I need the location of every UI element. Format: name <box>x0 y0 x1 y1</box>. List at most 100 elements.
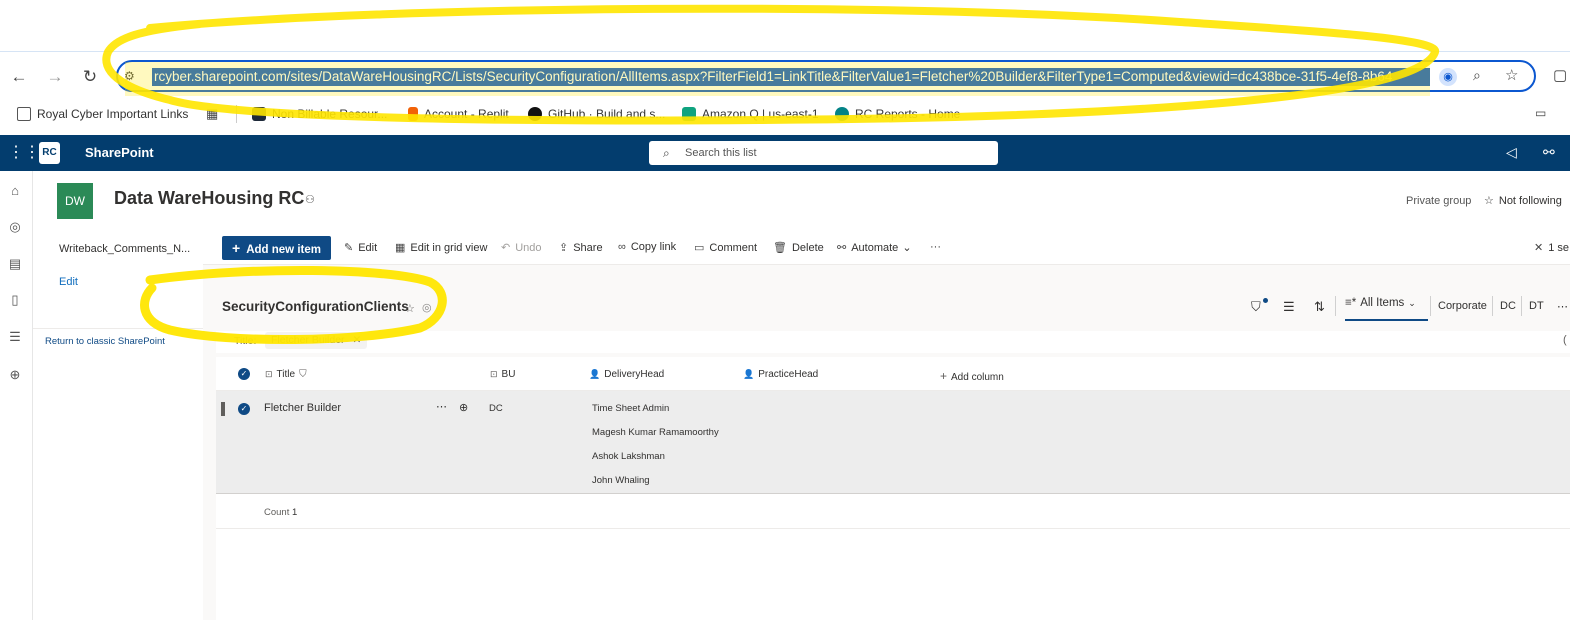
view-tab-dt[interactable]: DT <box>1529 300 1544 312</box>
column-header-deliveryhead[interactable]: 👤 DeliveryHead <box>589 369 664 380</box>
row-title-cell[interactable]: Fletcher Builder <box>264 402 341 414</box>
comment-button[interactable]: ▭ Comment <box>694 241 757 254</box>
selected-count-label: 1 se <box>1548 242 1570 254</box>
list-title[interactable]: SecurityConfigurationClients <box>222 299 409 314</box>
bookmark-replit[interactable]: Account - Replit <box>408 106 509 122</box>
site-title[interactable]: Data WareHousing RC <box>114 188 304 209</box>
view-separator <box>1492 296 1493 316</box>
add-new-item-button[interactable]: + Add new item <box>222 236 331 260</box>
bookmark-github[interactable]: GitHub · Build and s... <box>528 106 665 122</box>
side-panel-icon[interactable]: ▭ <box>1535 106 1546 120</box>
share-site-icon[interactable]: ⚯ <box>1543 144 1555 161</box>
site-logo[interactable]: DW <box>57 183 93 219</box>
create-icon[interactable]: ⊕ <box>7 367 23 383</box>
org-logo[interactable]: RC <box>39 142 60 164</box>
github-icon <box>528 107 542 121</box>
column-header-title[interactable]: ⊡ Title ⛉ <box>265 369 307 380</box>
site-info-icon[interactable]: ⚙ <box>124 69 135 83</box>
view-selector[interactable]: ≡* All Items ⌄ <box>1345 297 1428 321</box>
list-status-icon: ◎ <box>422 302 432 314</box>
table-row[interactable] <box>216 391 1570 494</box>
close-icon[interactable]: ✕ <box>353 334 362 346</box>
close-icon: ✕ <box>1534 242 1544 254</box>
delete-button[interactable]: 🗑 Delete <box>773 241 824 254</box>
return-to-classic-link[interactable]: Return to classic SharePoint <box>45 336 165 347</box>
select-all-checkbox[interactable]: ✓ <box>238 368 250 380</box>
follow-button[interactable]: ☆ Not following <box>1484 194 1562 207</box>
count-footer-row <box>216 494 1570 529</box>
teams-icon[interactable]: ⚇ <box>305 193 315 206</box>
apps-grid-icon[interactable]: ▦ <box>206 106 218 122</box>
files-icon[interactable]: ▯ <box>7 292 23 308</box>
row-deliveryhead-person[interactable]: Magesh Kumar Ramamoorthy <box>592 427 719 438</box>
forward-arrow-icon[interactable]: → <box>44 66 66 88</box>
react-icon <box>252 107 266 121</box>
globe-icon[interactable]: ◎ <box>7 219 23 235</box>
add-column-button[interactable]: + Add column <box>940 369 1004 383</box>
info-icon[interactable]: ( <box>1563 334 1567 346</box>
zoom-icon[interactable]: ⌕ <box>1473 67 1481 84</box>
share-icon: ⇪ <box>559 242 569 254</box>
row-deliveryhead-person[interactable]: John Whaling <box>592 475 650 486</box>
megaphone-icon[interactable]: ◁ <box>1506 144 1517 161</box>
automate-label: Automate <box>851 242 899 254</box>
news-icon[interactable]: ▤ <box>7 256 23 272</box>
suite-app-name[interactable]: SharePoint <box>85 145 154 160</box>
edit-button[interactable]: ✎ Edit <box>344 241 377 254</box>
filter-active-dot <box>1263 298 1268 303</box>
extensions-icon[interactable]: ▢ <box>1553 66 1567 84</box>
edit-grid-label: Edit in grid view <box>410 242 488 254</box>
list-options-icon[interactable]: ☰ <box>1283 299 1295 315</box>
bookmark-folder-royal-cyber[interactable]: Royal Cyber Important Links <box>17 106 188 122</box>
reload-icon[interactable]: ↻ <box>79 66 101 88</box>
bookmark-amazon-q[interactable]: Amazon Q | us-east-1 <box>682 106 819 122</box>
more-commands-button[interactable]: ··· <box>930 241 941 253</box>
bookmark-rc-reports[interactable]: RC Reports - Home <box>835 106 960 122</box>
favorite-star-icon[interactable]: ☆ <box>405 302 415 315</box>
sharepoint-app-bar <box>0 171 33 620</box>
grid-icon: ▦ <box>395 242 406 254</box>
filter-pane-icon[interactable]: ⛉ <box>1251 299 1261 315</box>
google-lens-icon[interactable]: ◉ <box>1439 68 1457 86</box>
home-icon[interactable]: ⌂ <box>7 183 23 199</box>
list-search-input[interactable]: Search this list <box>649 141 998 165</box>
automate-button[interactable]: ⚯ Automate ⌄ <box>837 241 912 254</box>
item-count: Count 1 <box>264 507 297 518</box>
column-header-bu[interactable]: ⊡ BU <box>490 369 515 380</box>
undo-icon: ↶ <box>501 242 511 254</box>
copy-link-button[interactable]: ∞ Copy link <box>618 241 676 253</box>
undo-button[interactable]: ↶ Undo <box>501 241 542 254</box>
drag-handle-icon[interactable] <box>221 402 225 416</box>
row-checkbox[interactable]: ✓ <box>238 403 250 415</box>
more-views-button[interactable]: ⋯ <box>1557 300 1568 313</box>
row-comment-icon[interactable]: ⊕ <box>459 401 468 414</box>
app-launcher-icon[interactable]: ⋮⋮ <box>8 145 40 161</box>
nav-item-writeback-comments[interactable]: Writeback_Comments_N... <box>59 243 190 255</box>
chevron-down-icon: ⌄ <box>1408 298 1416 308</box>
grid-header-row <box>216 357 1570 391</box>
plus-icon: + <box>940 369 948 383</box>
sharepoint-icon <box>835 107 849 121</box>
search-icon: ⌕ <box>663 146 670 160</box>
sort-icon[interactable]: ⇅ <box>1314 299 1325 315</box>
clear-selection-button[interactable]: ✕ 1 se <box>1534 241 1569 254</box>
row-more-button[interactable]: ⋯ <box>436 400 447 413</box>
address-bar-url[interactable]: rcyber.sharepoint.com/sites/DataWareHous… <box>152 68 1430 86</box>
view-tab-dc[interactable]: DC <box>1500 300 1516 312</box>
back-arrow-icon[interactable]: ← <box>8 66 30 88</box>
row-deliveryhead-person[interactable]: Ashok Lakshman <box>592 451 665 462</box>
bookmark-non-billable[interactable]: Non Billable Resour... <box>252 106 387 122</box>
filter-chip[interactable]: Fletcher Builder ✕ <box>265 332 368 349</box>
view-current-label: All Items <box>1360 297 1405 309</box>
view-tab-corporate[interactable]: Corporate <box>1438 300 1487 312</box>
edit-grid-view-button[interactable]: ▦ Edit in grid view <box>395 241 487 254</box>
bookmark-label: GitHub · Build and s... <box>548 107 666 121</box>
link-icon: ∞ <box>618 241 626 253</box>
bookmark-star-icon[interactable]: ☆ <box>1505 66 1518 84</box>
share-button[interactable]: ⇪ Share <box>559 241 603 254</box>
column-header-practicehead[interactable]: 👤 PracticeHead <box>743 369 818 380</box>
lists-icon[interactable]: ☰ <box>7 329 23 345</box>
nav-edit-link[interactable]: Edit <box>59 276 78 288</box>
row-deliveryhead-person[interactable]: Time Sheet Admin <box>592 403 669 414</box>
site-privacy-label: Private group <box>1406 195 1472 207</box>
